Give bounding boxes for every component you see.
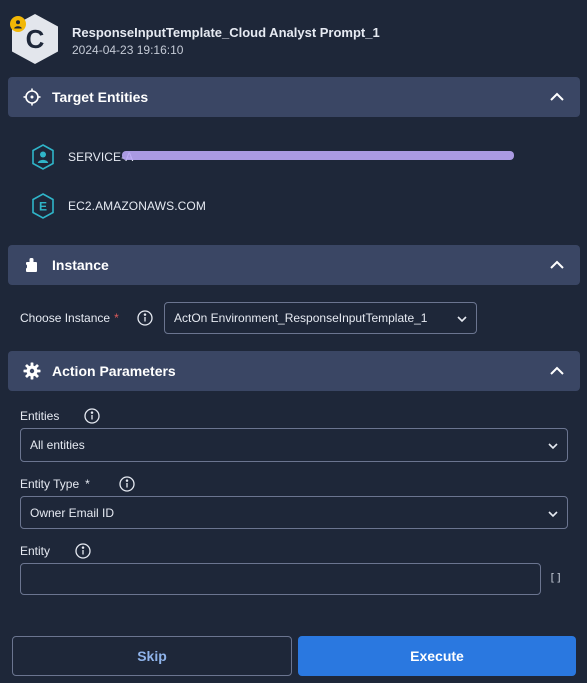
- info-icon[interactable]: [119, 476, 135, 492]
- page-title: ResponseInputTemplate_Cloud Analyst Prom…: [72, 25, 380, 40]
- header: C ResponseInputTemplate_Cloud Analyst Pr…: [0, 0, 587, 70]
- section-label: Target Entities: [52, 89, 149, 105]
- section-target-entities[interactable]: Target Entities: [8, 77, 580, 117]
- entity-type-selected-value: Owner Email ID: [30, 505, 115, 520]
- entity-letter: E: [39, 200, 47, 214]
- user-entity-icon: [30, 143, 56, 171]
- choose-instance-text: Choose Instance: [20, 311, 111, 325]
- required-mark: *: [85, 477, 90, 491]
- chevron-up-icon[interactable]: [548, 88, 566, 106]
- entity-item: SERVICE-A: [30, 143, 133, 171]
- chevron-up-icon[interactable]: [548, 256, 566, 274]
- skip-button[interactable]: Skip: [12, 636, 292, 676]
- avatar-letter: C: [25, 23, 45, 54]
- entities-param-label: Entities: [20, 409, 60, 423]
- section-instance[interactable]: Instance: [8, 245, 580, 285]
- app-avatar: C: [10, 14, 60, 66]
- list-brackets-icon[interactable]: []: [549, 571, 562, 584]
- gear-icon: [22, 361, 42, 381]
- chevron-down-icon: [547, 507, 559, 519]
- section-action-parameters[interactable]: Action Parameters: [8, 351, 580, 391]
- entities-select[interactable]: All entities: [20, 428, 568, 462]
- entity-type-label: Entity Type *: [20, 477, 90, 491]
- redaction-overlay: [122, 151, 514, 160]
- section-label: Action Parameters: [52, 363, 176, 379]
- entities-selected-value: All entities: [30, 438, 85, 452]
- puzzle-icon: [22, 255, 42, 275]
- entity-type-text: Entity Type: [20, 477, 80, 491]
- chevron-down-icon: [547, 439, 559, 451]
- user-badge-icon: [10, 16, 26, 32]
- instance-selected-value: ActOn Environment_ResponseInputTemplate_…: [174, 311, 428, 325]
- chevron-up-icon[interactable]: [548, 362, 566, 380]
- entity-input[interactable]: [20, 563, 541, 595]
- section-label: Instance: [52, 257, 109, 273]
- choose-instance-label: Choose Instance *: [20, 311, 119, 325]
- crosshair-icon: [22, 87, 42, 107]
- info-icon[interactable]: [137, 310, 153, 326]
- info-icon[interactable]: [75, 543, 91, 559]
- required-mark: *: [114, 311, 119, 325]
- entity-label: EC2.AMAZONAWS.COM: [68, 199, 206, 213]
- entity-item: E EC2.AMAZONAWS.COM: [30, 192, 206, 220]
- timestamp: 2024-04-23 19:16:10: [72, 43, 184, 57]
- entity-param-label: Entity: [20, 544, 51, 558]
- e-entity-icon: E: [30, 192, 56, 220]
- chevron-down-icon: [456, 312, 468, 324]
- instance-select[interactable]: ActOn Environment_ResponseInputTemplate_…: [164, 302, 477, 334]
- info-icon[interactable]: [84, 408, 100, 424]
- execute-button[interactable]: Execute: [298, 636, 576, 676]
- entity-type-select[interactable]: Owner Email ID: [20, 496, 568, 529]
